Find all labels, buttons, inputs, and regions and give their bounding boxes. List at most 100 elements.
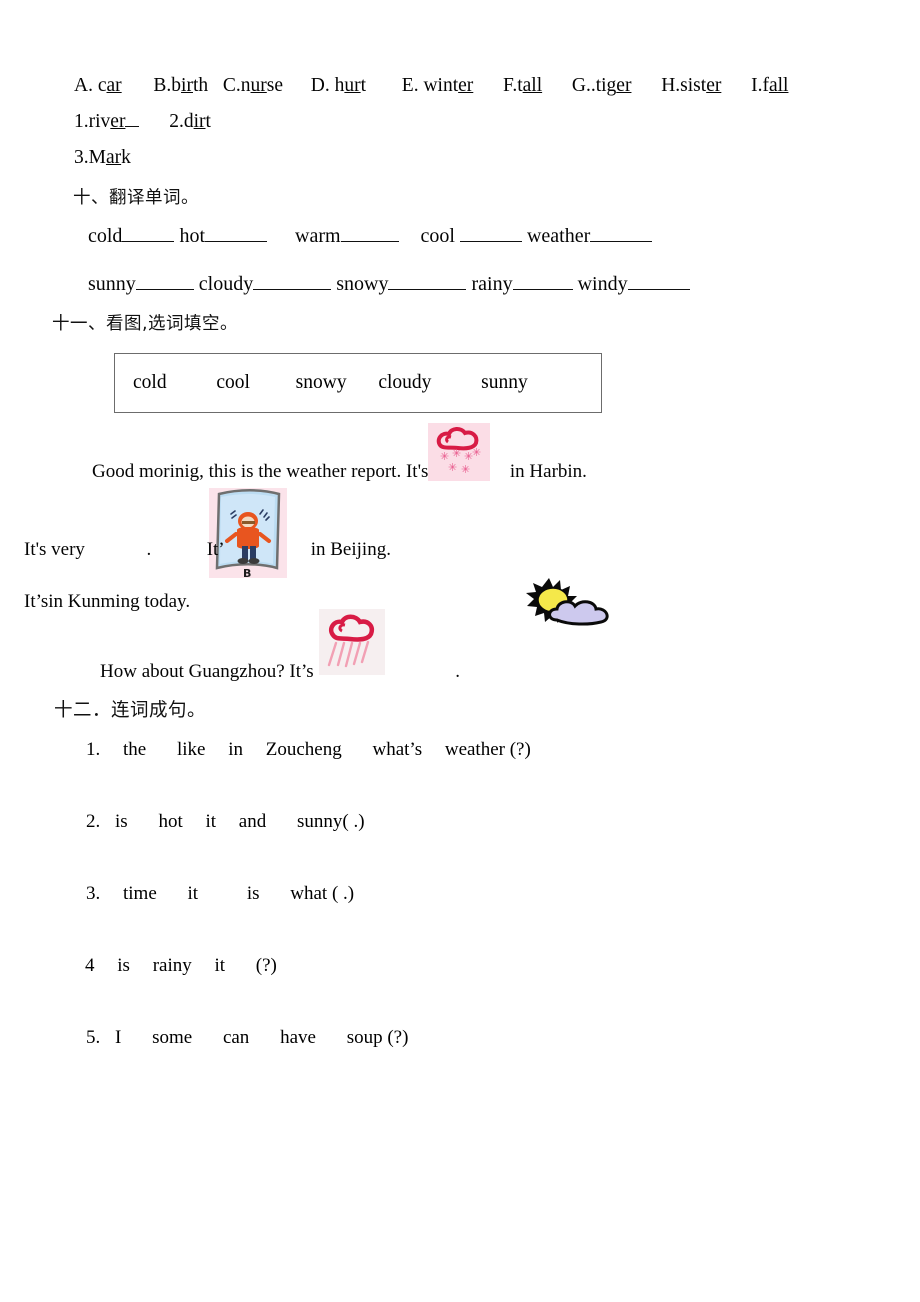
sentence-4-word-1: is	[117, 955, 130, 976]
sentence-2-word-3: it	[205, 811, 217, 832]
translate-word-cold: cold	[88, 225, 123, 247]
sunny-cloudy-icon	[519, 576, 619, 630]
report-text-guangzhou-before: How about Guangzhou? It’s	[100, 661, 314, 682]
translate-word-snowy: snowy	[336, 273, 389, 295]
sentence-3-number: 3.	[86, 883, 101, 904]
sentence-item-4: 4 is rainy it (?)	[85, 955, 277, 977]
phonics-option-a: A. car	[74, 75, 122, 96]
weather-report-line-4: How about Guangzhou? It’s .	[100, 662, 460, 681]
phonics-option-h: H.sister	[661, 75, 722, 96]
translate-word-cloudy: cloudy	[198, 273, 254, 295]
word-bank-box: cold cool snowy cloudy sunny	[114, 353, 602, 413]
sunny-cloudy-svg	[526, 578, 609, 626]
sentence-3-word-4: what ( .)	[290, 883, 355, 904]
translate-blank-rainy[interactable]	[512, 289, 573, 290]
beijing-card-letter: B	[243, 567, 251, 578]
report-text-beijing-its: It’	[206, 539, 224, 560]
sentence-1-word-5: what’s	[372, 739, 423, 760]
worksheet-page: A. car B.birth C.nurse D. hurt E. winter…	[0, 0, 920, 1302]
word-bank-sunny[interactable]: sunny	[481, 372, 528, 394]
phonics-options-line: A. car B.birth C.nurse D. hurt E. winter…	[74, 76, 788, 96]
weather-report-line-1: Good morinig, this is the weather report…	[92, 462, 587, 481]
sentence-4-word-2: rainy	[152, 955, 192, 976]
sentence-5-word-3: can	[222, 1027, 250, 1048]
sentence-item-2: 2. is hot it and sunny( .)	[86, 811, 365, 833]
phonics-answer-1[interactable]: 1.river	[74, 112, 140, 132]
phonics-option-g: G..tiger	[571, 75, 632, 96]
sentence-1-number: 1.	[86, 739, 101, 760]
sentence-2-number: 2.	[86, 811, 101, 832]
word-bank-snowy[interactable]: snowy	[296, 372, 347, 394]
sentence-4-word-3: it	[214, 955, 226, 976]
report-text-beijing-after: in Beijing.	[310, 539, 391, 560]
sentence-5-word-2: some	[152, 1027, 193, 1048]
translate-blank-windy[interactable]	[627, 289, 690, 290]
phonics-option-b: B.birth	[153, 75, 209, 96]
sentence-5-word-1: I	[115, 1027, 122, 1048]
svg-text:✳: ✳	[452, 447, 461, 460]
section-twelve-heading: 十二．连词成句。	[54, 700, 207, 721]
sentence-item-1: 1. the like in Zoucheng what’s weather (…	[86, 739, 531, 761]
section-eleven-heading: 十一、看图,选词填空。	[52, 314, 239, 334]
translate-row-1: cold hot warm cool weather	[88, 225, 653, 247]
translate-blank-hot[interactable]	[205, 241, 267, 242]
phonics-answer-2[interactable]: 2.dirt	[169, 112, 211, 132]
report-text-guangzhou-after: .	[455, 661, 460, 682]
sentence-item-5: 5. I some can have soup (?)	[86, 1027, 408, 1049]
sentence-1-word-6: weather (?)	[444, 739, 531, 760]
phonics-answer-3[interactable]: 3.Mark	[74, 148, 131, 168]
sentence-2-word-5: sunny( .)	[296, 811, 365, 832]
svg-text:✳: ✳	[472, 446, 481, 459]
report-text-beijing-period: .	[146, 539, 152, 560]
translate-word-cool: cool	[420, 225, 460, 247]
word-bank-cold[interactable]: cold	[133, 372, 167, 394]
translate-word-windy: windy	[577, 273, 628, 295]
sentence-5-number: 5.	[86, 1027, 101, 1048]
sentence-1-word-3: in	[228, 739, 243, 760]
word-bank-cool[interactable]: cool	[216, 372, 250, 394]
translate-blank-warm[interactable]	[340, 241, 399, 242]
weather-report-line-2: It's very . It’ in Beijing.	[24, 540, 391, 559]
translate-word-weather: weather	[526, 225, 591, 247]
phonics-answer-line-1: 1.river 2.dirt	[74, 112, 211, 132]
translate-blank-cloudy[interactable]	[253, 289, 332, 290]
phonics-option-c: C.nurse	[222, 75, 284, 96]
sentence-5-word-5: soup (?)	[346, 1027, 409, 1048]
sentence-4-word-4: (?)	[255, 955, 277, 976]
translate-blank-sunny[interactable]	[135, 289, 194, 290]
report-text-harbin-before: Good morinig, this is the weather report…	[92, 461, 429, 482]
sentence-4-number: 4	[85, 955, 95, 976]
translate-word-rainy: rainy	[471, 273, 513, 295]
translate-blank-weather[interactable]	[590, 241, 653, 242]
sentence-2-word-4: and	[238, 811, 267, 832]
phonics-answer-line-2: 3.Mark	[74, 148, 131, 168]
cold-person-svg: B	[215, 489, 281, 578]
translate-row-2: sunny cloudy snowy rainy windy	[88, 274, 690, 294]
translate-word-hot: hot	[179, 225, 205, 247]
translate-word-sunny: sunny	[88, 273, 136, 295]
translate-word-warm: warm	[295, 225, 341, 247]
translate-blank-cold[interactable]	[122, 241, 175, 242]
sentence-1-word-1: the	[123, 739, 147, 760]
section-ten-heading: 十、翻译单词。	[73, 188, 199, 208]
sentence-2-word-1: is	[115, 811, 128, 832]
weather-report-line-3: It’sin Kunming today.	[24, 591, 191, 612]
translate-blank-cool[interactable]	[459, 241, 522, 242]
report-text-beijing-before: It's very	[24, 539, 85, 560]
phonics-option-i: I.fall	[751, 75, 789, 96]
phonics-option-e: E. winter	[401, 75, 474, 96]
sentence-3-word-3: is	[246, 883, 260, 904]
word-bank-words: cold cool snowy cloudy sunny	[133, 372, 528, 394]
report-text-harbin-after: in Harbin.	[509, 461, 587, 482]
translate-blank-snowy[interactable]	[388, 289, 467, 290]
phonics-option-d: D. hurt	[310, 75, 367, 96]
sentence-1-word-2: like	[176, 739, 206, 760]
sentence-item-3: 3. time it is what ( .)	[86, 883, 354, 905]
cold-person-icon: B	[209, 488, 287, 578]
sentence-5-word-4: have	[280, 1027, 316, 1048]
sentence-1-word-4: Zoucheng	[265, 739, 342, 760]
word-bank-cloudy[interactable]: cloudy	[378, 372, 431, 394]
sentence-2-word-2: hot	[158, 811, 183, 832]
sentence-3-word-1: time	[123, 883, 157, 904]
sentence-3-word-2: it	[187, 883, 199, 904]
